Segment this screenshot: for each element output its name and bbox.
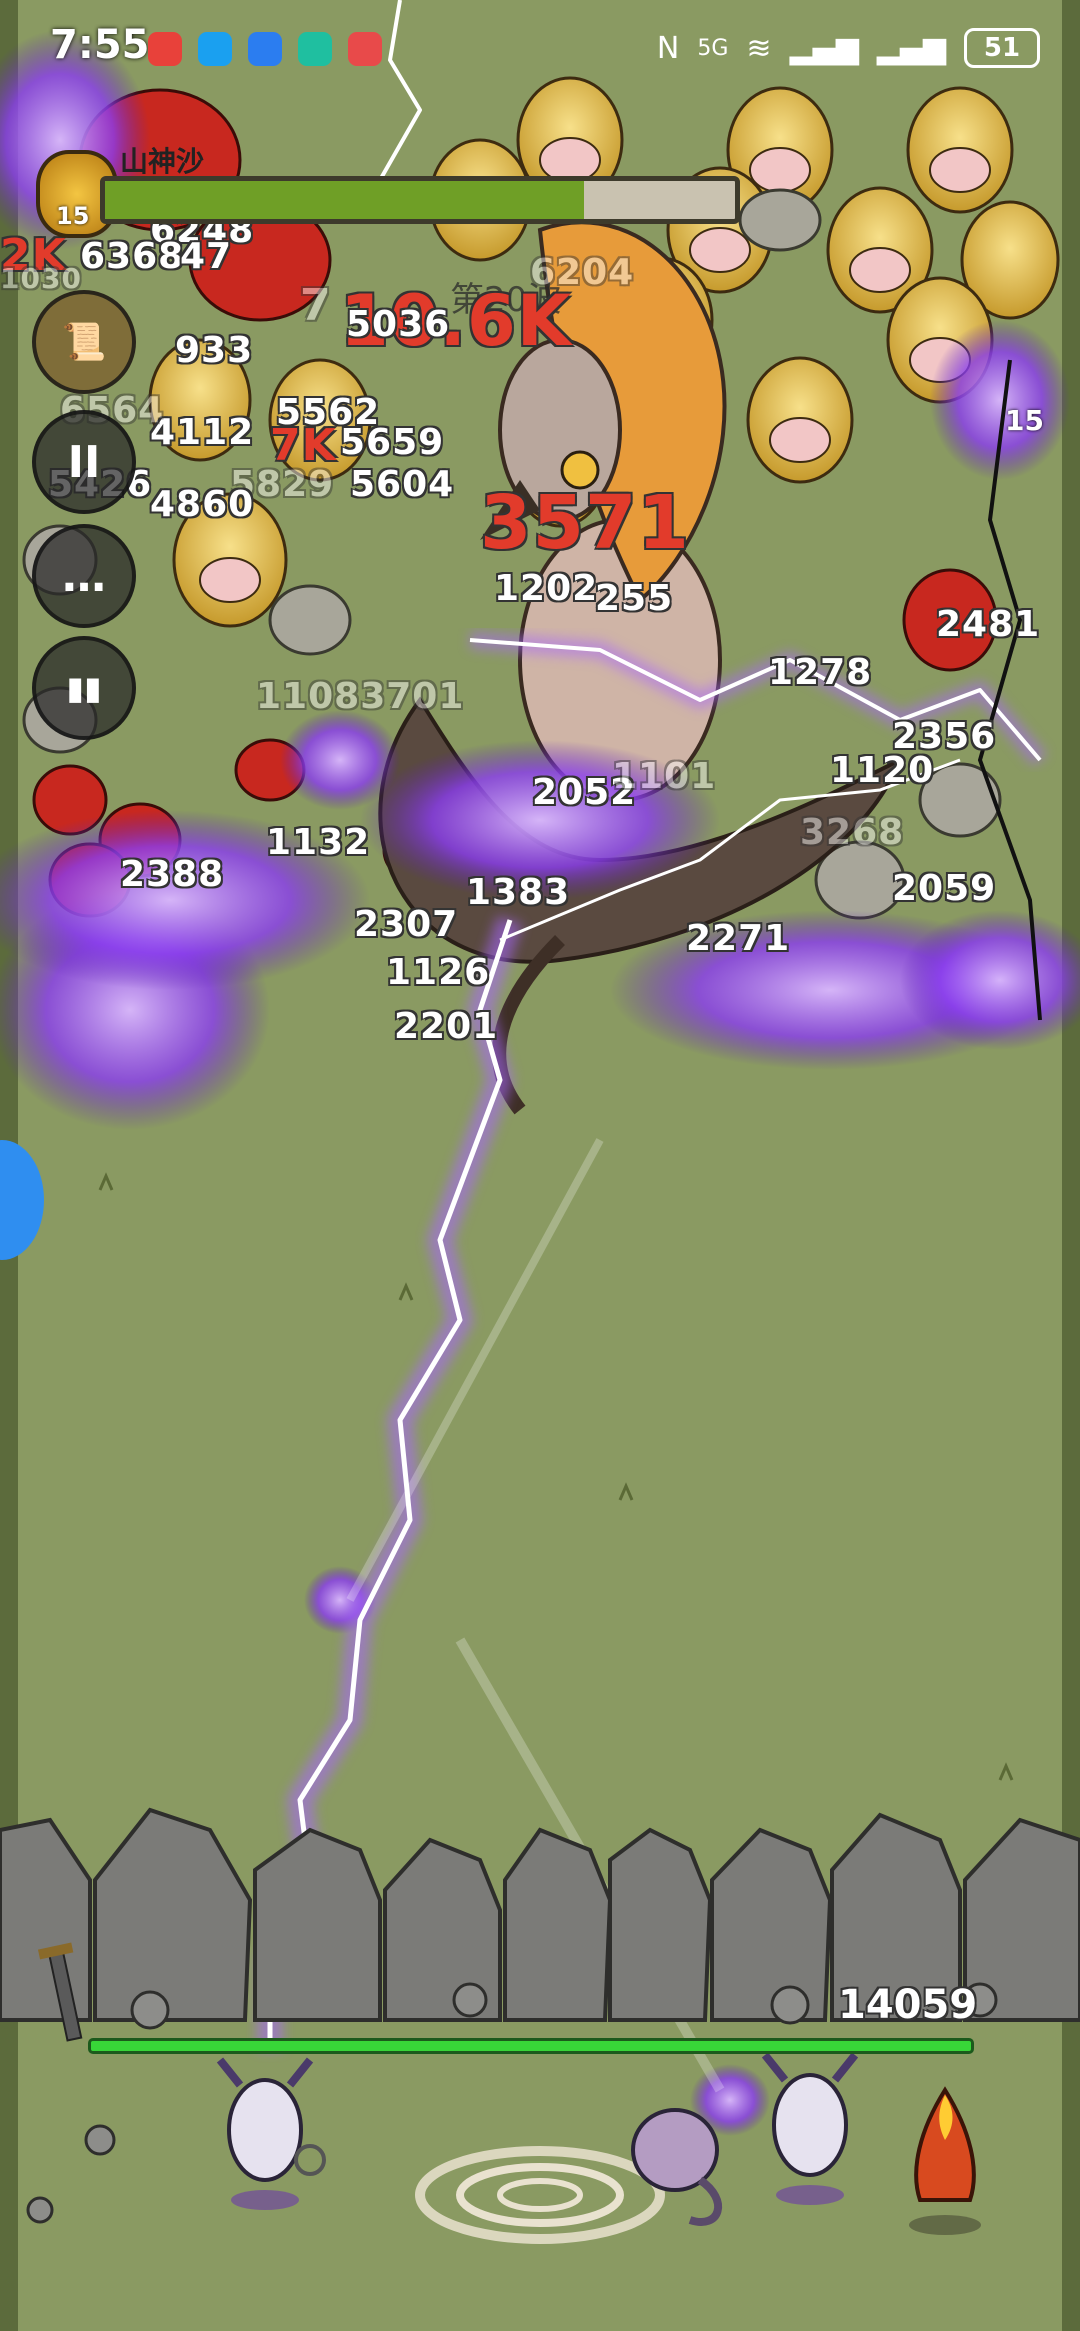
damage-number: 2307 <box>354 904 459 945</box>
stats-icon: ▮▮ <box>66 669 102 707</box>
damage-number: 1278 <box>768 652 873 693</box>
boss-health-bar <box>100 176 740 224</box>
stats-button[interactable]: ▮▮ <box>32 636 136 740</box>
huawei-app-icon <box>148 32 182 66</box>
status-indicators: N 5G ≋ ▂▄▆ ▂▄▆ 51 <box>657 28 1040 68</box>
damage-number: 4860 <box>150 484 255 525</box>
pause-button[interactable]: II <box>32 410 136 514</box>
battery-level: 51 <box>983 33 1021 63</box>
damage-number: 2201 <box>394 1006 499 1047</box>
books-app-icon <box>348 32 382 66</box>
damage-number: 1120 <box>830 750 935 791</box>
damage-number: 5604 <box>350 464 455 505</box>
wifi-icon: ≋ <box>746 30 772 66</box>
wall-hp-value: 14059 <box>838 1982 978 2028</box>
damage-number: 933 <box>175 330 254 371</box>
top-app-icon <box>298 32 332 66</box>
status-time: 7:55 <box>50 22 150 68</box>
damage-number: 11083701 <box>256 676 465 717</box>
damage-number: 47 <box>180 236 233 277</box>
damage-number: 1202 <box>494 568 599 609</box>
boss-health-fill <box>105 181 584 219</box>
weather-app-icon <box>248 32 282 66</box>
damage-number: 2481 <box>936 604 1041 645</box>
damage-number: 255 <box>595 578 674 619</box>
damage-number: 4112 <box>150 412 255 453</box>
chat-icon: … <box>62 550 106 602</box>
damage-number: 1030 <box>0 262 82 295</box>
damage-number: 6368 <box>80 236 185 277</box>
signal-icon-1: ▂▄▆ <box>789 30 859 66</box>
scroll-icon: 📜 <box>61 322 107 363</box>
scroll-button[interactable]: 📜 <box>32 290 136 394</box>
damage-number: 7 <box>300 280 332 331</box>
damage-number: 1101 <box>612 756 717 797</box>
damage-number: 5659 <box>340 422 445 463</box>
damage-number: 6204 <box>530 252 635 293</box>
boss-level: 15 <box>56 202 90 230</box>
damage-number: 5036 <box>346 304 451 345</box>
chat-button[interactable]: … <box>32 524 136 628</box>
boss-name: 山神沙 <box>120 145 205 178</box>
damage-number: 1132 <box>266 822 371 863</box>
damage-number: 3268 <box>800 812 905 853</box>
nfc-icon: N <box>656 30 680 66</box>
wall-health-bar <box>88 2038 974 2054</box>
damage-number: 2059 <box>892 868 997 909</box>
network-type: 5G <box>697 35 729 61</box>
damage-number: 3571 <box>480 480 690 566</box>
damage-number: 1126 <box>386 952 491 993</box>
pause-icon: II <box>67 436 101 488</box>
signal-icon-2: ▂▄▆ <box>876 30 946 66</box>
damage-number: 2388 <box>120 854 225 895</box>
messages-app-icon <box>198 32 232 66</box>
status-bar: 7:55 N 5G ≋ ▂▄▆ ▂▄▆ 51 <box>0 0 1080 100</box>
side-enemy-level: 15 <box>1005 404 1044 437</box>
damage-number: 1383 <box>466 872 571 913</box>
damage-number: 2271 <box>686 918 791 959</box>
battery-icon: 51 <box>964 28 1040 68</box>
